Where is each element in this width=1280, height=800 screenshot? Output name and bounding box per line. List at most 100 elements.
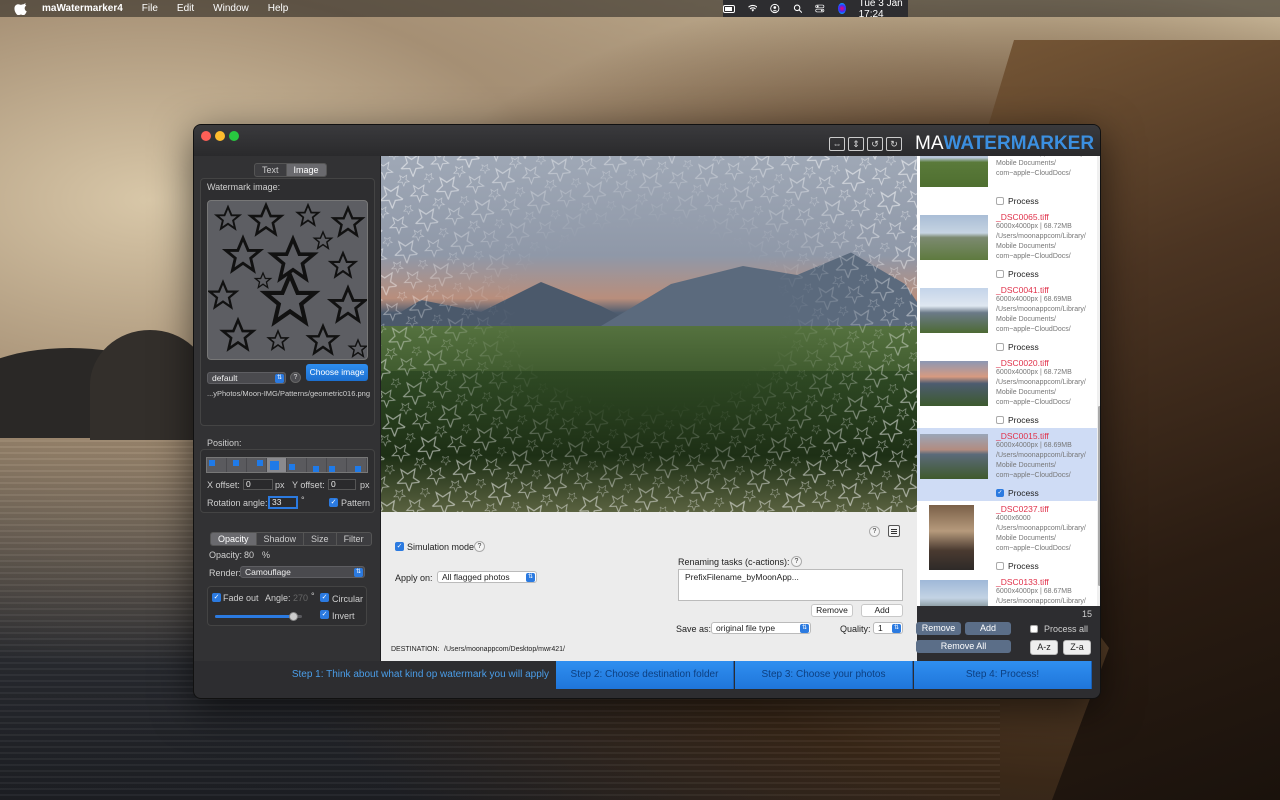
opacity-value[interactable]: 80 — [244, 550, 254, 560]
position-cell[interactable] — [327, 458, 347, 472]
zoom-button[interactable] — [229, 131, 239, 141]
menu-window[interactable]: Window — [213, 3, 249, 14]
process-toggle[interactable]: Process — [996, 342, 1039, 352]
list-item[interactable]: _DSC0237.tiff 4000x6000/Users/moonappcom/… — [917, 501, 1097, 574]
photo-thumbnail[interactable] — [920, 361, 988, 406]
photo-thumbnail[interactable] — [920, 156, 988, 187]
menu-file[interactable]: File — [142, 3, 158, 14]
position-cell[interactable] — [267, 458, 287, 472]
photo-thumbnail[interactable] — [920, 434, 988, 479]
watermark-image-preview[interactable] — [207, 200, 368, 360]
circular-checkbox[interactable]: ✓ — [320, 593, 329, 602]
position-selector[interactable] — [206, 457, 368, 473]
scrollbar-thumb[interactable] — [1098, 406, 1100, 586]
siri-icon[interactable] — [838, 3, 846, 14]
fit-height-icon[interactable]: ⇕ — [848, 137, 864, 151]
minimize-button[interactable] — [215, 131, 225, 141]
tab-opacity[interactable]: Opacity — [211, 533, 257, 545]
invert-checkbox[interactable]: ✓ — [320, 610, 329, 619]
tab-filter[interactable]: Filter — [337, 533, 371, 545]
renaming-tasks-field[interactable]: PrefixFilename_byMoonApp... — [678, 569, 903, 601]
tab-shadow[interactable]: Shadow — [257, 533, 305, 545]
position-cell[interactable] — [227, 458, 247, 472]
x-offset-field[interactable]: 0 — [243, 479, 273, 490]
tab-image[interactable]: Image — [286, 164, 326, 176]
menu-app-name[interactable]: maWatermarker4 — [42, 3, 123, 14]
list-item[interactable]: _DSC0041.tiff 6000x4000px | 68.69MB/Users… — [917, 282, 1097, 355]
remove-photo-button[interactable]: Remove — [916, 622, 961, 635]
list-item[interactable]: _DSC0133.tiff 6000x4000px | 68.67MB/Users… — [917, 574, 1097, 606]
list-item[interactable]: _DSC0065.tiff 6000x4000px | 68.72MB/Users… — [917, 209, 1097, 282]
list-item[interactable]: _DSC0020.tiff 6000x4000px | 68.72MB/Users… — [917, 355, 1097, 428]
tab-text[interactable]: Text — [255, 164, 287, 176]
wifi-icon[interactable] — [747, 3, 758, 14]
fit-width-icon[interactable]: ⇔ — [829, 137, 845, 151]
close-button[interactable] — [201, 131, 211, 141]
list-item[interactable]: /Users/moonappcom/Library/Mobile Documen… — [917, 156, 1097, 209]
simulation-mode-checkbox[interactable]: ✓ — [395, 542, 404, 551]
user-icon[interactable] — [770, 3, 780, 14]
photo-thumbnail[interactable] — [920, 215, 988, 260]
help-button[interactable]: ? — [474, 541, 485, 552]
menu-clock[interactable]: Tue 3 Jan 17:24 — [859, 0, 908, 20]
list-scrollbar[interactable] — [1097, 156, 1100, 606]
process-toggle[interactable]: Process — [996, 196, 1039, 206]
process-checkbox[interactable] — [996, 562, 1004, 570]
position-cell[interactable] — [207, 458, 227, 472]
position-cell[interactable] — [287, 458, 307, 472]
step-1[interactable]: Step 1: Think about what kind op waterma… — [194, 661, 549, 689]
angle-value[interactable]: 270 — [293, 593, 308, 603]
fade-out-checkbox[interactable]: ✓ — [212, 593, 221, 602]
rotate-right-icon[interactable]: ↻ — [886, 137, 902, 151]
list-icon[interactable] — [888, 525, 900, 537]
process-checkbox[interactable] — [996, 343, 1004, 351]
sort-az-button[interactable]: A-z — [1030, 640, 1058, 655]
add-photo-button[interactable]: Add — [965, 622, 1011, 635]
destination-path[interactable]: /Users/moonappcom/Desktop/mwr421/ — [444, 646, 565, 653]
process-toggle[interactable]: Process — [996, 561, 1039, 571]
rotate-left-icon[interactable]: ↺ — [867, 137, 883, 151]
sort-za-button[interactable]: Z-a — [1063, 640, 1091, 655]
process-all-checkbox[interactable] — [1030, 625, 1038, 633]
renaming-add-button[interactable]: Add — [861, 604, 903, 617]
process-checkbox[interactable] — [996, 197, 1004, 205]
renaming-remove-button[interactable]: Remove — [811, 604, 853, 617]
process-toggle[interactable]: ✓ Process — [996, 488, 1039, 498]
quality-select[interactable]: 1 ⇅ — [873, 622, 903, 634]
menu-help[interactable]: Help — [268, 3, 289, 14]
render-select[interactable]: Camouflage ⇅ — [240, 566, 365, 578]
position-cell[interactable] — [247, 458, 267, 472]
preset-select[interactable]: default ⇅ — [207, 372, 286, 384]
pattern-checkbox[interactable]: ✓ — [329, 498, 338, 507]
tab-size[interactable]: Size — [304, 533, 337, 545]
help-button[interactable]: ? — [791, 556, 802, 567]
photo-preview[interactable] — [381, 156, 917, 512]
process-toggle[interactable]: Process — [996, 415, 1039, 425]
position-cell[interactable] — [307, 458, 327, 472]
fade-slider[interactable] — [215, 612, 302, 621]
photo-thumbnail[interactable] — [920, 288, 988, 333]
step-2-button[interactable]: Step 2: Choose destination folder — [556, 661, 734, 689]
step-3-button[interactable]: Step 3: Choose your photos — [735, 661, 913, 689]
battery-icon[interactable] — [723, 4, 735, 13]
choose-image-button[interactable]: Choose image — [306, 364, 368, 381]
save-as-select[interactable]: original file type ⇅ — [711, 622, 811, 634]
photo-list[interactable]: /Users/moonappcom/Library/Mobile Documen… — [917, 156, 1097, 606]
help-button[interactable]: ? — [869, 526, 880, 537]
apple-icon[interactable] — [14, 2, 28, 15]
process-checkbox[interactable] — [996, 270, 1004, 278]
help-button[interactable]: ? — [290, 372, 301, 383]
process-toggle[interactable]: Process — [996, 269, 1039, 279]
search-icon[interactable] — [793, 3, 803, 14]
y-offset-field[interactable]: 0 — [328, 479, 356, 490]
process-checkbox[interactable] — [996, 416, 1004, 424]
list-item[interactable]: _DSC0015.tiff 6000x4000px | 68.69MB/Users… — [917, 428, 1097, 501]
remove-all-button[interactable]: Remove All — [916, 640, 1011, 653]
process-checkbox[interactable]: ✓ — [996, 489, 1004, 497]
control-center-icon[interactable] — [815, 3, 825, 14]
photo-thumbnail[interactable] — [920, 580, 988, 606]
menu-edit[interactable]: Edit — [177, 3, 194, 14]
position-cell[interactable] — [347, 458, 367, 472]
apply-on-select[interactable]: All flagged photos ⇅ — [437, 571, 537, 583]
photo-thumbnail[interactable] — [929, 505, 974, 570]
